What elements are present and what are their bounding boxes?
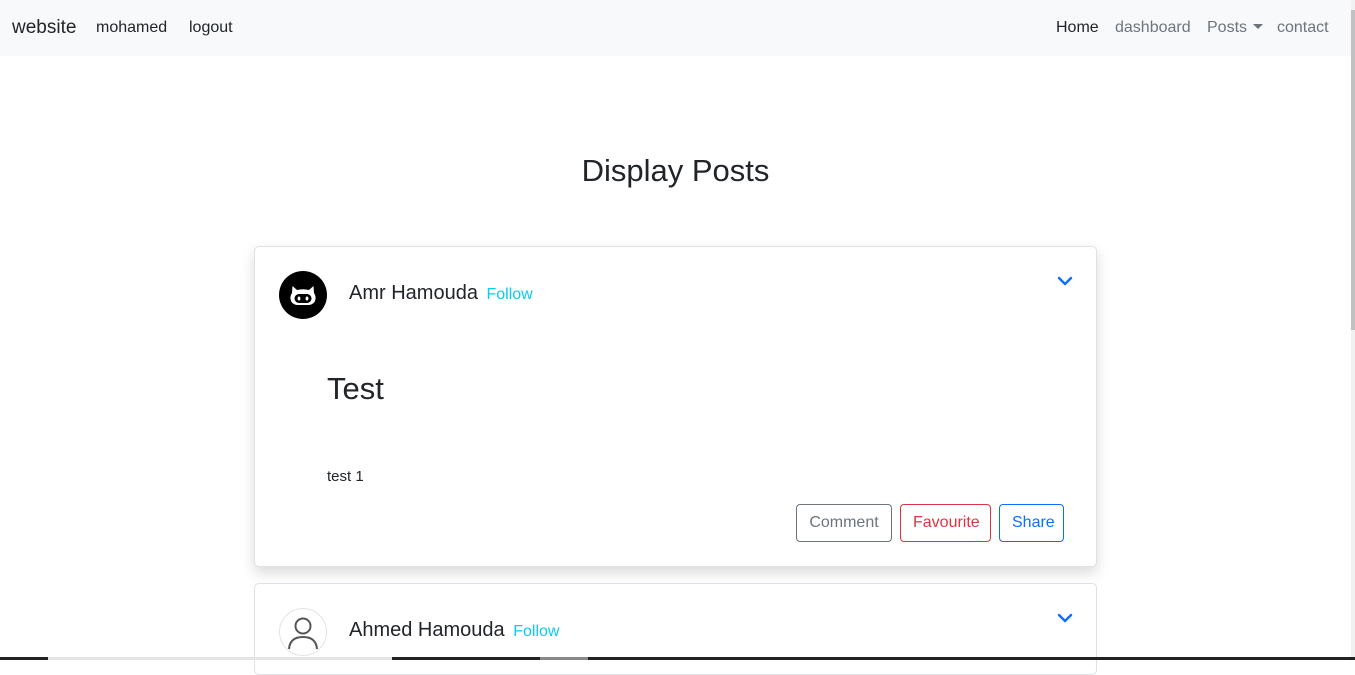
post-card: Amr Hamouda Follow Test test 1 Comment F…: [254, 246, 1097, 567]
comment-button[interactable]: Comment: [796, 504, 892, 542]
nav-contact-link[interactable]: contact: [1277, 19, 1329, 37]
scrollbar-thumb[interactable]: [1351, 10, 1355, 330]
nav-dashboard-link[interactable]: dashboard: [1115, 19, 1191, 37]
follow-link[interactable]: Follow: [513, 623, 559, 640]
brand-link[interactable]: website: [12, 17, 76, 39]
navbar: website mohamed logout Home dashboard Po…: [0, 0, 1351, 56]
nav-logout-link[interactable]: logout: [189, 19, 233, 37]
vertical-scrollbar[interactable]: [1351, 0, 1355, 660]
github-octocat-icon[interactable]: [279, 271, 327, 319]
author-name[interactable]: Ahmed Hamouda: [349, 619, 505, 641]
chevron-down-icon[interactable]: [1057, 275, 1073, 287]
post-card: Ahmed Hamouda Follow: [254, 583, 1097, 675]
user-outline-icon[interactable]: [279, 608, 327, 656]
post-author: Amr Hamouda Follow: [349, 282, 533, 305]
post-author: Ahmed Hamouda Follow: [349, 619, 559, 642]
page-title: Display Posts: [581, 153, 770, 188]
author-name[interactable]: Amr Hamouda: [349, 282, 478, 304]
post-title: Test: [327, 371, 384, 406]
nav-home-link[interactable]: Home: [1056, 19, 1099, 37]
favourite-button[interactable]: Favourite: [900, 504, 991, 542]
nav-posts-label: Posts: [1207, 19, 1248, 36]
nav-user-link[interactable]: mohamed: [96, 19, 167, 37]
caret-down-icon: [1253, 24, 1264, 29]
follow-link[interactable]: Follow: [487, 286, 533, 303]
nav-posts-dropdown[interactable]: Posts: [1207, 19, 1264, 37]
share-button[interactable]: Share: [999, 504, 1064, 542]
post-body: test 1: [327, 468, 364, 485]
chevron-down-icon[interactable]: [1057, 612, 1073, 624]
